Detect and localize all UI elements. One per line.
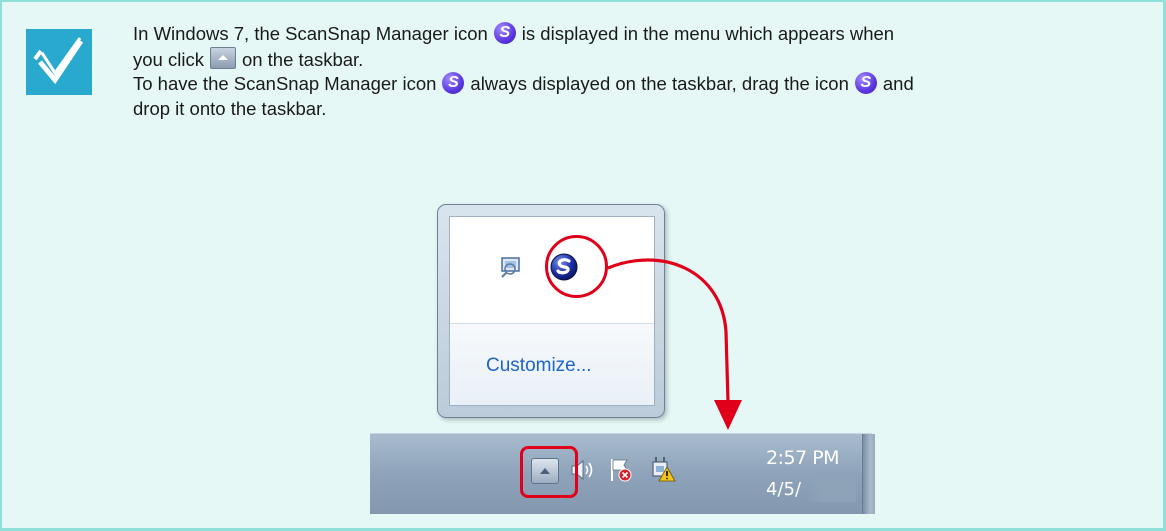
note-line-3c: and [882,73,914,94]
taskbar-clock-time[interactable]: 2:57 PM [766,447,840,469]
taskbar-clock-date[interactable]: 4/5/ [766,479,801,500]
drag-arrow [607,258,742,430]
note-box: In Windows 7, the ScanSnap Manager icon i… [0,0,1166,531]
note-line-1a: In Windows 7, the ScanSnap Manager icon [133,23,488,44]
note-line-2b: on the taskbar. [241,48,364,70]
note-line-1b: is displayed in the menu which appears w… [521,23,895,44]
note-text: In Windows 7, the ScanSnap Manager icon i… [133,22,1143,121]
scansnap-manager-icon [854,72,877,94]
note-line-4: drop it onto the taskbar. [133,97,327,119]
scansnap-manager-icon [442,72,465,94]
taskbar: 2:57 PM 4/5/ [370,433,875,514]
show-desktop-button[interactable] [862,434,875,514]
checkmark-icon [33,37,84,85]
show-hidden-icons-icon [209,46,236,69]
note-line-2a: you click [133,48,204,70]
action-center-icon[interactable] [499,255,525,279]
network-warning-icon[interactable] [647,454,677,484]
checkmark-badge [26,29,92,95]
date-redaction [810,478,856,502]
tray-button-highlight-ring [520,446,578,498]
note-line-3a: To have the ScanSnap Manager icon [133,73,437,94]
note-line-3b: always displayed on the taskbar, drag th… [470,73,849,94]
customize-link[interactable]: Customize... [486,355,592,377]
scansnap-manager-icon [493,22,516,44]
scansnap-highlight-ring [545,235,608,298]
action-center-flag-icon[interactable] [607,456,635,484]
